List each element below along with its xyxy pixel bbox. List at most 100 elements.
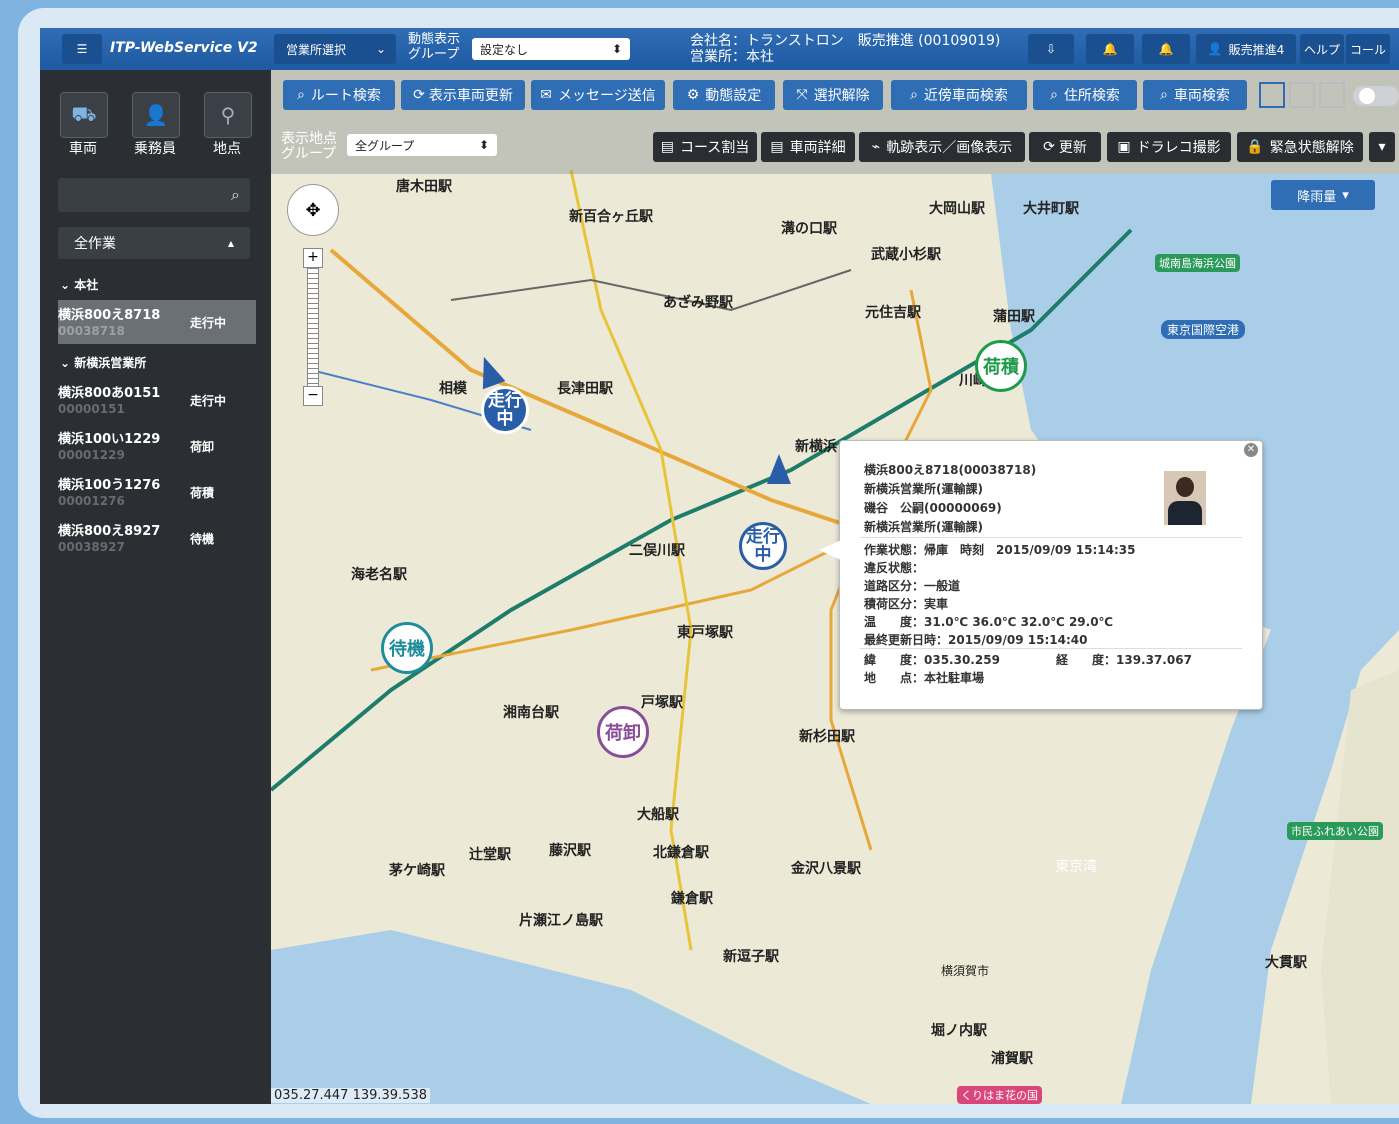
tab-location[interactable]: ⚲	[204, 92, 252, 138]
vehicle-marker-unloading[interactable]: 荷卸	[597, 706, 649, 758]
zoom-out-button[interactable]: −	[303, 386, 323, 406]
person-icon: 👤	[143, 103, 169, 127]
divider	[860, 648, 1242, 649]
station-label: 相模	[439, 381, 467, 397]
vehicle-row[interactable]: 横浜800え8927 00038927 待機	[58, 516, 256, 560]
track-display-button[interactable]: ⌁ 軌跡表示／画像表示	[859, 132, 1025, 162]
dorareko-button[interactable]: ▣ ドラレコ撮影	[1107, 132, 1231, 162]
marker-label: 荷積	[983, 357, 1019, 378]
zoom-slider[interactable]	[307, 268, 319, 390]
notification-button[interactable]: 🔔	[1086, 34, 1134, 64]
update-button[interactable]: ⟳ 更新	[1029, 132, 1101, 162]
bell-icon: 🔔	[1158, 42, 1174, 56]
display-toggle[interactable]	[1353, 86, 1399, 106]
tab-vehicle[interactable]: ⛟	[60, 92, 108, 138]
dynamic-settings-label: 動態設定	[705, 88, 762, 104]
emergency-release-button[interactable]: 🔒 緊急状態解除	[1237, 132, 1363, 162]
call-button[interactable]: コール	[1346, 34, 1390, 64]
vehicle-row[interactable]: 横浜800え8718 00038718 走行中	[58, 300, 256, 344]
vehicle-search-input[interactable]: ⌕	[58, 178, 250, 212]
nearby-search-button[interactable]: ⌕ 近傍車両検索	[891, 80, 1027, 110]
tab-driver[interactable]: 👤	[132, 92, 180, 138]
point-group-select[interactable]: 全グループ ⬍	[347, 134, 497, 156]
dynamic-group-value: 設定なし	[480, 42, 529, 57]
station-label: 蒲田駅	[993, 309, 1035, 325]
popup-temperature: 温 度：31.0℃ 36.0℃ 32.0℃ 29.0℃	[864, 615, 1114, 629]
popup-cargo: 積荷区分：実車	[864, 597, 949, 611]
send-message-button[interactable]: ✉ メッセージ送信	[531, 80, 665, 110]
vehicle-detail-button[interactable]: ▤ 車両詳細	[761, 132, 855, 162]
coordinate-readout: 035.27.447 139.39.538	[271, 1088, 430, 1103]
popup-driver-office: 新横浜営業所(運輸課)	[864, 520, 983, 534]
vehicle-marker-running[interactable]: 走行中	[481, 386, 529, 434]
station-label: 北鎌倉駅	[653, 845, 709, 861]
clear-selection-button[interactable]: ⤧ 選択解除	[783, 80, 883, 110]
group-header[interactable]: ⌄ 新横浜営業所	[60, 354, 146, 371]
more-menu-button[interactable]: ▾	[1369, 132, 1395, 162]
search-icon: ⌕	[1050, 87, 1058, 103]
course-assign-button[interactable]: ▤ コース割当	[653, 132, 757, 162]
zoom-in-button[interactable]: +	[303, 248, 323, 268]
app-screen: ☰ ITP-WebService V2 営業所選択 ⌄ 動態表示グループ 設定な…	[40, 28, 1399, 1104]
route-search-button[interactable]: ⌕ ルート検索	[283, 80, 395, 110]
layout-grid-icon[interactable]	[1289, 82, 1315, 108]
refresh-icon: ⟳	[413, 87, 425, 103]
task-filter-select[interactable]: 全作業 ▲	[58, 227, 250, 259]
alert-button[interactable]: 🔔	[1142, 34, 1190, 64]
refresh-vehicles-button[interactable]: ⟳ 表示車両更新	[401, 80, 525, 110]
help-button[interactable]: ヘルプ	[1300, 34, 1344, 64]
clear-icon: ⤧	[796, 87, 808, 103]
vehicle-marker-standby[interactable]: 待機	[381, 622, 433, 674]
driver-photo	[1164, 471, 1206, 525]
popup-vehicle-id: 横浜800え8718(00038718)	[864, 463, 1037, 477]
document-icon: ▤	[770, 139, 784, 155]
station-label: 片瀬江ノ島駅	[519, 913, 603, 929]
hamburger-icon: ☰	[76, 42, 88, 56]
dynamic-settings-button[interactable]: ⚙ 動態設定	[673, 80, 775, 110]
layout-grid-icon[interactable]	[1259, 82, 1285, 108]
export-button[interactable]: ⇩	[1028, 34, 1074, 64]
vehicle-marker-running[interactable]: 走行中	[739, 522, 787, 570]
photo-head	[1176, 477, 1194, 497]
layout-split-icon[interactable]	[1319, 82, 1345, 108]
rainfall-dropdown[interactable]: 降雨量 ▾	[1271, 180, 1375, 210]
office-select[interactable]: 営業所選択 ⌄	[274, 34, 396, 64]
office-name: 営業所：本社	[690, 49, 774, 65]
vehicle-row[interactable]: 横浜100い1229 00001229 荷卸	[58, 424, 256, 468]
update-label: 更新	[1058, 140, 1087, 156]
dynamic-group-select[interactable]: 設定なし ⬍	[472, 38, 630, 60]
vehicle-search-button[interactable]: ⌕ 車両検索	[1143, 80, 1247, 110]
nearby-search-label: 近傍車両検索	[923, 88, 1008, 104]
place-label: くりはま花の国	[957, 1086, 1042, 1104]
point-group-value: 全グループ	[355, 138, 415, 153]
vehicle-row[interactable]: 横浜100う1276 00001276 荷積	[58, 470, 256, 514]
popup-longitude: 経 度：139.37.067	[1056, 653, 1192, 667]
vehicle-marker-loading[interactable]: 荷積	[975, 340, 1027, 392]
popup-driver: 磯谷 公嗣(00000069)	[864, 501, 1002, 515]
map-view[interactable]: 唐木田駅 新百合ヶ丘駅 溝の口駅 大岡山駅 大井町駅 武蔵小杉駅 あざみ野駅 元…	[271, 70, 1399, 1104]
user-icon: 👤	[1207, 42, 1223, 56]
clear-selection-label: 選択解除	[813, 88, 870, 104]
plus-icon: +	[307, 249, 319, 265]
vehicle-status: 荷積	[190, 486, 215, 500]
address-search-button[interactable]: ⌕ 住所検索	[1033, 80, 1137, 110]
toggle-knob	[1359, 88, 1375, 104]
pan-control[interactable]: ✥	[287, 184, 339, 236]
search-icon: ⌕	[1160, 87, 1168, 103]
station-label: 唐木田駅	[396, 179, 452, 195]
station-label: 二俣川駅	[629, 543, 685, 559]
station-label: 大井町駅	[1023, 201, 1079, 217]
place-label: 横須賀市	[941, 964, 990, 978]
group-header[interactable]: ⌄ 本社	[60, 276, 98, 293]
vehicle-row[interactable]: 横浜800あ0151 00000151 走行中	[58, 378, 256, 422]
vehicle-number: 00001229	[58, 448, 125, 462]
course-assign-label: コース割当	[679, 140, 750, 156]
user-button[interactable]: 👤 販売推進4	[1196, 34, 1296, 64]
close-icon[interactable]: ✕	[1244, 443, 1258, 457]
company-info: 会社名：トランストロン 販売推進 (00109019) 営業所：本社	[690, 33, 1000, 65]
menu-button[interactable]: ☰	[62, 34, 102, 64]
dorareko-label: ドラレコ撮影	[1136, 140, 1221, 156]
chart-icon: ⌁	[871, 139, 881, 155]
pin-icon: ⚲	[220, 103, 236, 127]
top-bar: ☰ ITP-WebService V2 営業所選択 ⌄ 動態表示グループ 設定な…	[40, 28, 1399, 70]
